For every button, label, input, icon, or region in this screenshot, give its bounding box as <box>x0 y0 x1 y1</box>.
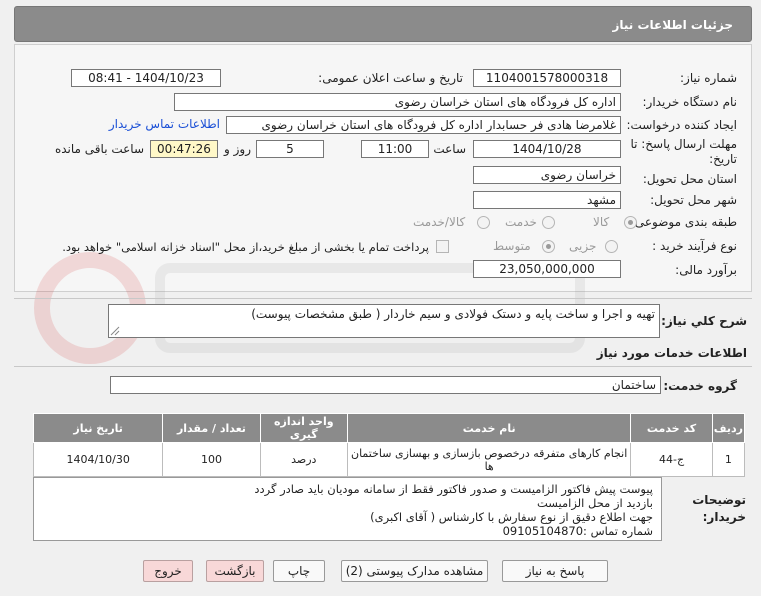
city-label: شهر محل تحویل: <box>650 193 737 207</box>
summary-label: شرح کلي نياز: <box>661 314 747 328</box>
creator-label: ایجاد کننده درخواست: <box>626 118 737 132</box>
category-goods-service-label: کالا/خدمت <box>413 215 466 229</box>
category-goods-service-radio[interactable] <box>477 216 490 229</box>
process-label: نوع فرآیند خرید : <box>652 239 737 253</box>
province-label: استان محل تحویل: <box>642 172 737 186</box>
deadline-date-field: 1404/10/28 <box>473 140 621 158</box>
need-number-label: شماره نیاز: <box>680 71 737 85</box>
deadline-label: مهلت ارسال پاسخ: تا <box>630 137 737 151</box>
col-code: کد خدمت <box>630 413 713 443</box>
cell-qty: 100 <box>162 442 261 477</box>
process-minor-radio[interactable] <box>605 240 618 253</box>
province-field: خراسان رضوی <box>473 166 621 184</box>
buyer-note-line: پیوست پیش فاکتور الزامیست و صدور فاکتور … <box>254 482 653 496</box>
category-service-label: خدمت <box>505 215 537 229</box>
category-goods-label: کالا <box>593 215 610 229</box>
services-section-title: اطلاعات خدمات مورد نیاز <box>596 346 747 360</box>
cell-code: ج-44 <box>630 442 713 477</box>
process-medium-radio[interactable] <box>542 240 555 253</box>
print-button[interactable]: چاپ <box>273 560 325 582</box>
remaining-label: ساعت باقی مانده <box>54 142 144 156</box>
deadline-time-label: ساعت <box>433 142 466 156</box>
attachments-button[interactable]: مشاهده مدارک پیوستی (2) <box>341 560 488 582</box>
service-group-label: گروه خدمت: <box>663 379 737 393</box>
treasury-payment-note: پرداخت تمام یا بخشی از مبلغ خرید،از محل … <box>62 240 429 254</box>
services-table: ردیف کد خدمت نام خدمت واحد اندازه گیری ت… <box>32 413 746 477</box>
cell-unit: درصد <box>259 442 348 477</box>
buyer-org-label: نام دستگاه خریدار: <box>642 95 738 109</box>
cell-name-line2: ها <box>484 459 494 473</box>
treasury-payment-checkbox[interactable] <box>436 240 449 253</box>
col-index: ردیف <box>711 413 746 443</box>
back-button[interactable]: بازگشت <box>206 560 264 582</box>
buyer-org-field: اداره کل فرودگاه های استان خراسان رضوی <box>174 93 621 111</box>
city-field: مشهد <box>473 191 621 209</box>
page-header: جزئیات اطلاعات نیاز <box>14 6 752 42</box>
exit-button[interactable]: خروج <box>143 560 193 582</box>
reply-button[interactable]: پاسخ به نیاز <box>502 560 608 582</box>
need-number-field: 1104001578000318 <box>473 69 621 87</box>
announce-label: تاریخ و ساعت اعلان عمومی: <box>318 71 463 85</box>
col-unit: واحد اندازه گیری <box>259 413 348 443</box>
table-header-row: ردیف کد خدمت نام خدمت واحد اندازه گیری ت… <box>32 413 746 443</box>
deadline-time-field: 11:00 <box>361 140 429 158</box>
buyer-notes-label-2: خریدار: <box>702 510 746 524</box>
resize-handle-icon[interactable] <box>110 326 120 336</box>
process-minor-label: جزیی <box>569 239 597 253</box>
cell-name-line1: انجام کارهای متفرقه درخصوص بازسازی و بهس… <box>351 446 628 460</box>
days-label: روز و <box>224 142 251 156</box>
category-service-radio[interactable] <box>542 216 555 229</box>
buyer-notes-box: پیوست پیش فاکتور الزامیست و صدور فاکتور … <box>33 477 662 541</box>
page-title: جزئیات اطلاعات نیاز <box>612 18 733 32</box>
announce-datetime-field: 1404/10/23 - 08:41 <box>71 69 221 87</box>
divider <box>14 298 752 299</box>
deadline-label-date: تاریخ: <box>709 152 737 166</box>
cell-name: انجام کارهای متفرقه درخصوص بازسازی و بهس… <box>346 442 632 477</box>
col-qty: تعداد / مقدار <box>162 413 261 443</box>
buyer-contact-link[interactable]: اطلاعات تماس خریدار <box>109 117 220 131</box>
buyer-note-line: بازدید از محل الزامیست <box>536 496 653 510</box>
summary-textarea[interactable]: تهیه و اجرا و ساخت پایه و دستک فولادی و … <box>108 304 660 338</box>
buyer-note-line: جهت اطلاع دقیق از نوع سفارش با کارشناس (… <box>370 510 653 524</box>
days-field: 5 <box>256 140 324 158</box>
service-group-field: ساختمان <box>110 376 661 394</box>
col-name: نام خدمت <box>346 413 632 443</box>
remaining-time-field: 00:47:26 <box>150 140 218 158</box>
cell-date: 1404/10/30 <box>32 442 164 477</box>
category-goods-radio[interactable] <box>624 216 637 229</box>
col-date: تاریخ نیاز <box>32 413 164 443</box>
category-label: طبقه بندی موضوعی: <box>630 215 737 229</box>
buyer-note-line: شماره تماس :09105104870 <box>502 524 653 538</box>
estimate-label: برآورد مالی: <box>675 263 737 277</box>
creator-field: غلامرضا هادی فر حسابدار اداره کل فرودگاه… <box>226 116 621 134</box>
buyer-notes-label: توضیحات <box>692 493 746 507</box>
divider <box>14 366 752 367</box>
table-row[interactable]: 1 ج-44 انجام کارهای متفرقه درخصوص بازساز… <box>32 442 746 477</box>
process-medium-label: متوسط <box>493 239 531 253</box>
cell-index: 1 <box>711 442 746 477</box>
estimate-field: 23,050,000,000 <box>473 260 621 278</box>
